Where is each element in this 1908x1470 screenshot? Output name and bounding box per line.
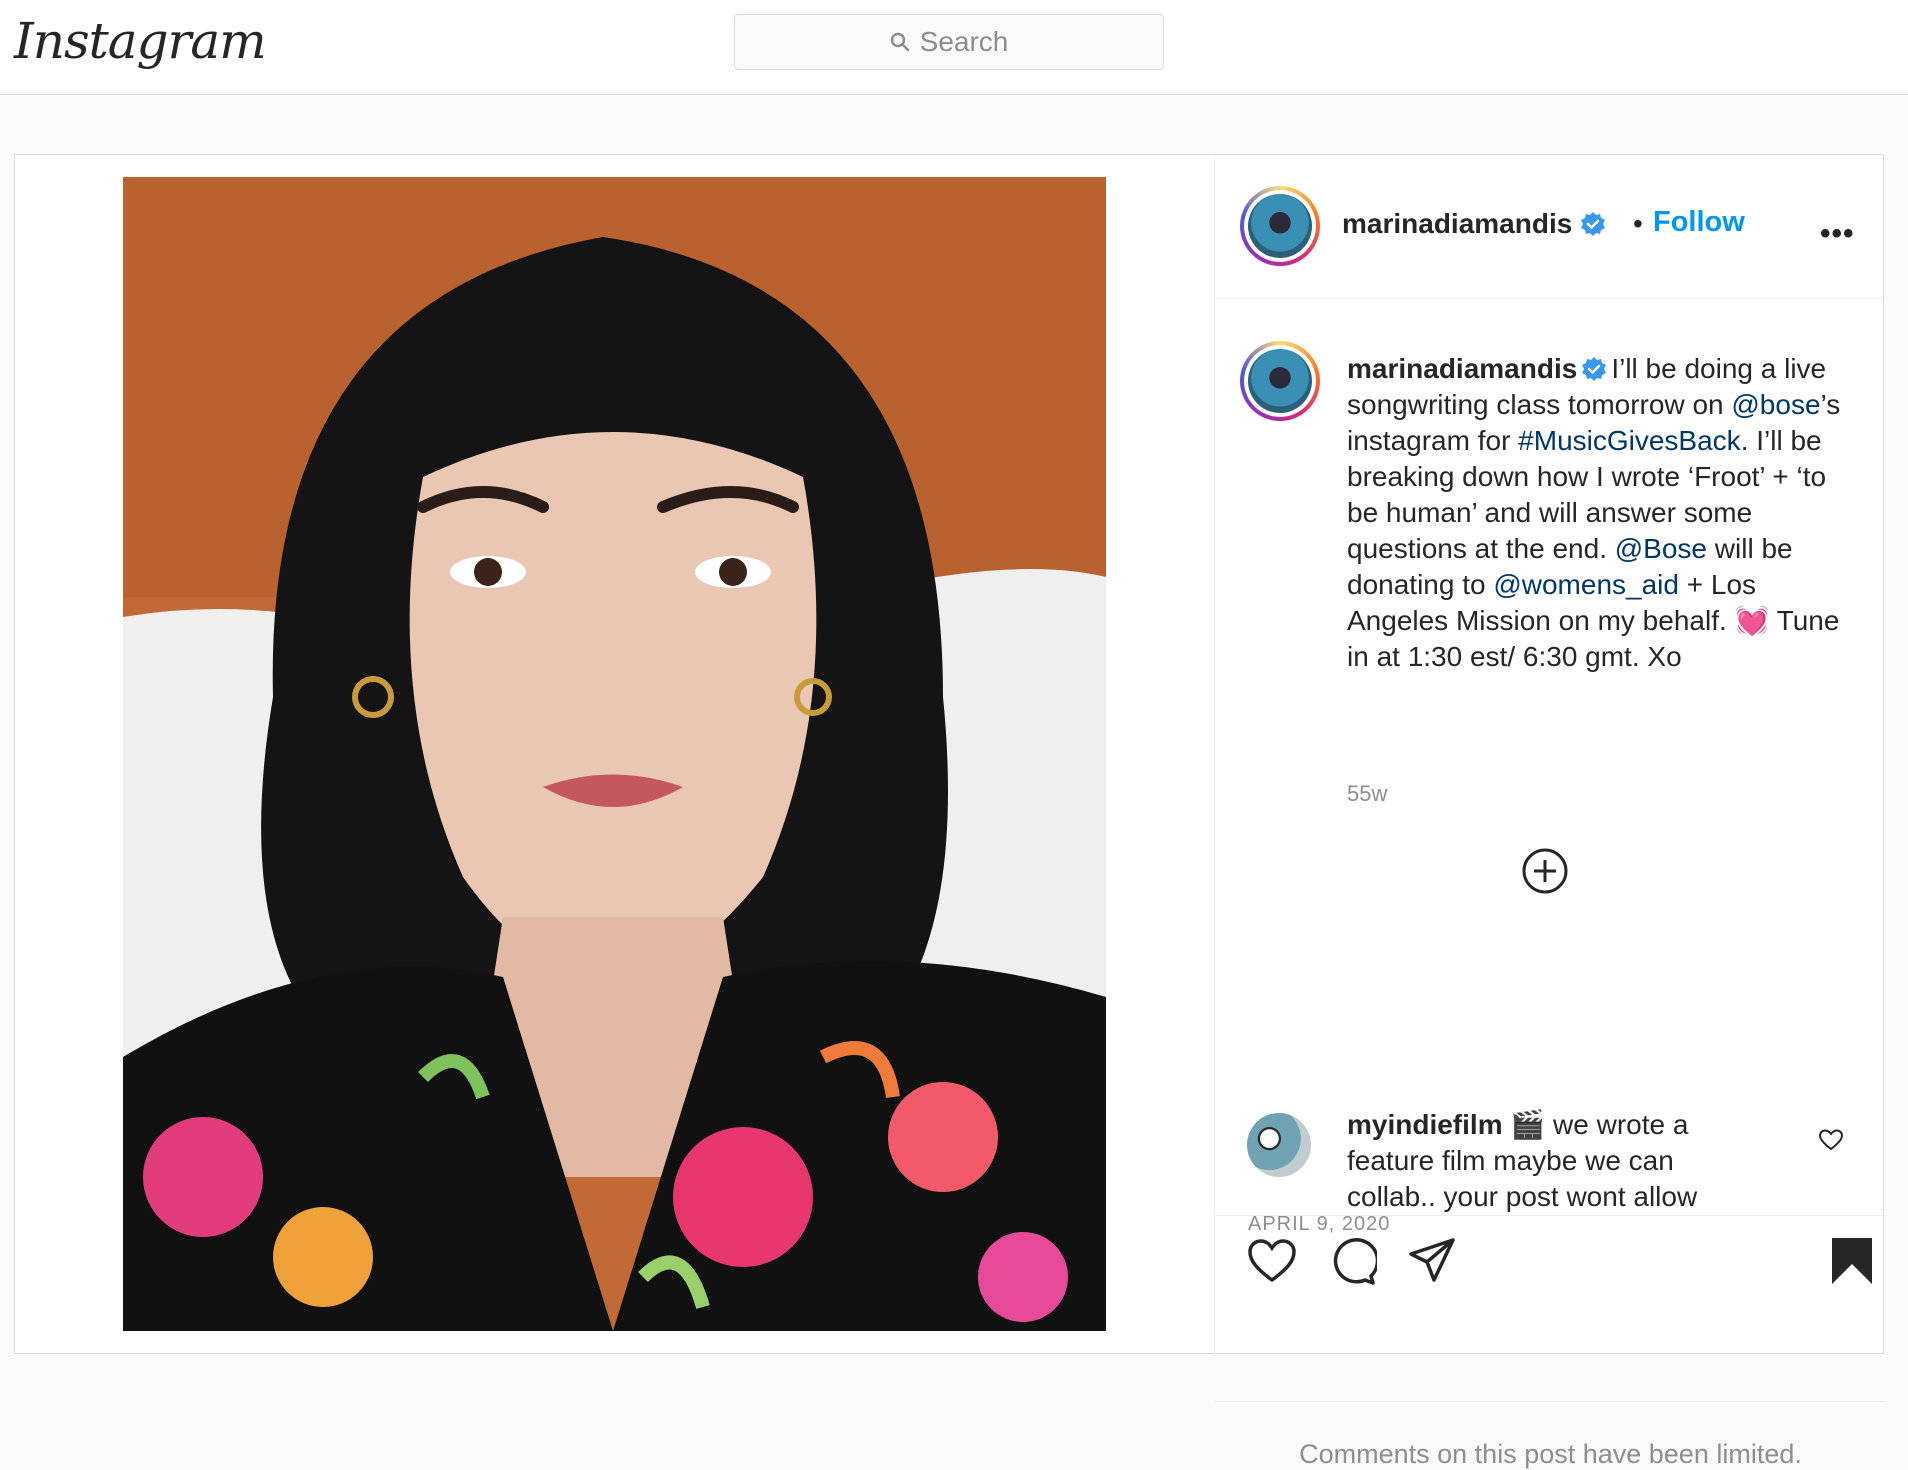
verified-badge-icon <box>1582 357 1607 381</box>
bookmark-filled-icon[interactable] <box>1827 1236 1877 1286</box>
post-photo[interactable] <box>123 177 1106 1331</box>
verified-badge-icon <box>1581 212 1606 236</box>
post-card: marinadiamandis • Follow ••• marinadiama… <box>14 154 1886 1469</box>
post-age[interactable]: 55w <box>1347 781 1387 807</box>
post-date[interactable]: APRIL 9, 2020 <box>1248 1213 1390 1236</box>
commenter-username[interactable]: myindiefilm <box>1347 1109 1503 1140</box>
comment-item: myindiefilm 🎬 we wrote a feature film ma… <box>1347 1107 1747 1213</box>
heart-icon[interactable] <box>1247 1236 1297 1286</box>
post-header: marinadiamandis • Follow ••• <box>1215 155 1886 299</box>
hashtag-link[interactable]: #MusicGivesBack <box>1518 425 1741 456</box>
caption-username[interactable]: marinadiamandis <box>1347 353 1577 384</box>
post-caption: marinadiamandis I’ll be doing a live son… <box>1347 351 1847 675</box>
more-options-button[interactable]: ••• <box>1820 217 1855 251</box>
comment-emoji: 🎬 <box>1510 1109 1546 1140</box>
comment-like-heart-icon[interactable] <box>1818 1127 1844 1153</box>
instagram-logo[interactable]: Instagram <box>14 12 267 70</box>
post-side-panel: marinadiamandis • Follow ••• marinadiama… <box>1214 155 1886 1469</box>
commenter-avatar[interactable] <box>1247 1113 1311 1177</box>
author-username: marinadiamandis <box>1342 208 1573 239</box>
author-avatar[interactable] <box>1240 186 1320 266</box>
comment-icon[interactable] <box>1327 1236 1377 1286</box>
comment-list: myindiefilm 🎬 we wrote a feature film ma… <box>1215 1095 1886 1213</box>
follow-button[interactable]: Follow <box>1653 206 1745 239</box>
divider <box>1215 1401 1886 1402</box>
mention-link-womens-aid[interactable]: @womens_aid <box>1493 569 1679 600</box>
post-photo-illustration <box>123 177 1106 1331</box>
comments-limited-notice: Comments on this post have been limited. <box>1299 1439 1802 1469</box>
paper-plane-icon[interactable] <box>1407 1236 1457 1286</box>
search-icon <box>890 32 909 52</box>
mention-link-bose[interactable]: @bose <box>1731 389 1820 420</box>
author-username-link[interactable]: marinadiamandis <box>1342 208 1606 240</box>
caption-author-avatar[interactable] <box>1240 341 1320 421</box>
search-box[interactable]: Search <box>734 14 1164 70</box>
top-nav-bar: Instagram Search <box>0 0 1908 95</box>
header-separator: • <box>1633 208 1643 239</box>
plus-circle-icon[interactable] <box>1521 847 1569 895</box>
mention-link-bose-2[interactable]: @Bose <box>1615 533 1707 564</box>
search-placeholder: Search <box>919 26 1009 57</box>
